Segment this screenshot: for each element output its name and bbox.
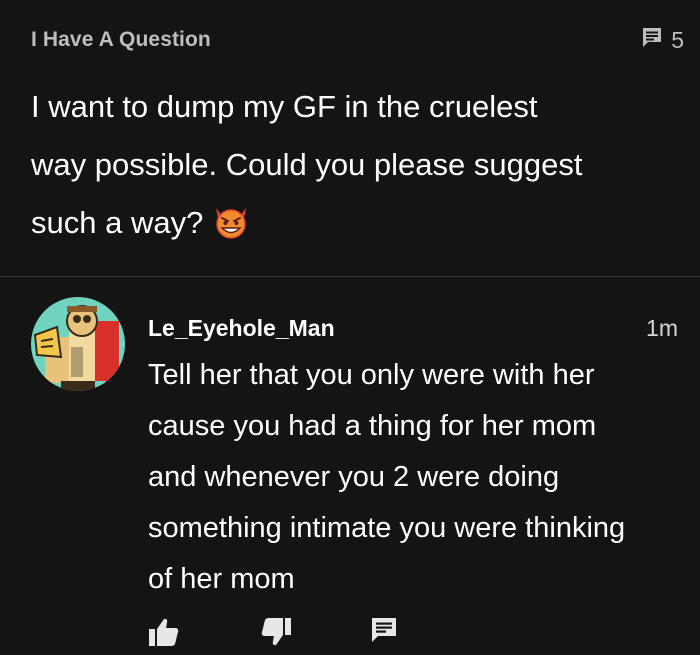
thumbs-up-icon[interactable] bbox=[148, 616, 180, 648]
page: I Have A Question 5 I want to dump my GF… bbox=[0, 0, 700, 655]
question-text: I want to dump my GF in the cruelest way… bbox=[31, 78, 671, 259]
reply-icon[interactable] bbox=[370, 616, 402, 648]
question-line: I want to dump my GF in the cruelest bbox=[31, 89, 538, 124]
reply-line: cause you had a thing for her mom bbox=[148, 410, 597, 442]
thumbs-down-icon[interactable] bbox=[260, 616, 292, 648]
username[interactable]: Le_Eyehole_Man bbox=[148, 315, 335, 342]
timestamp: 1m bbox=[646, 315, 678, 341]
comment-count[interactable]: 5 bbox=[641, 26, 684, 54]
post-header: I Have A Question 5 bbox=[31, 26, 684, 56]
reply-text: Tell her that you only were with her cau… bbox=[148, 350, 688, 605]
question-line: way possible. Could you please suggest bbox=[31, 147, 583, 182]
reply-line: Tell her that you only were with her bbox=[148, 359, 595, 391]
smiling-devil-emoji-icon bbox=[211, 201, 251, 259]
comment-count-value: 5 bbox=[671, 26, 684, 53]
reply-line: of her mom bbox=[148, 563, 295, 595]
reply-line: something intimate you were thinking bbox=[148, 512, 626, 544]
avatar[interactable] bbox=[31, 297, 125, 391]
question-line: such a way? bbox=[31, 205, 204, 240]
reply-line: and whenever you 2 were doing bbox=[148, 461, 560, 493]
question-line-last: such a way? bbox=[31, 194, 671, 259]
category-label[interactable]: I Have A Question bbox=[31, 28, 211, 52]
comment-icon bbox=[641, 26, 663, 54]
divider bbox=[0, 276, 700, 277]
